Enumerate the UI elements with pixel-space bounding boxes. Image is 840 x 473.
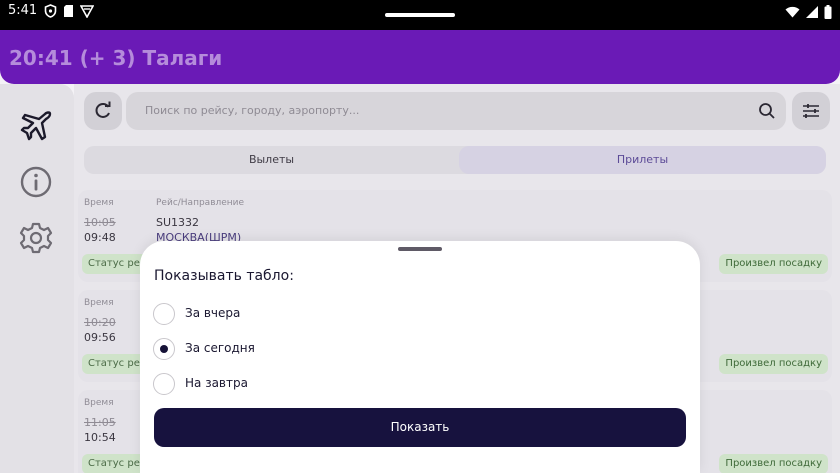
option-label: За сегодня [185, 341, 255, 355]
shield-icon [44, 4, 57, 18]
sliders-icon [803, 104, 819, 118]
battery-icon [824, 5, 832, 19]
status-time: 5:41 [8, 3, 38, 18]
radio-today[interactable] [153, 338, 175, 360]
sheet-title: Показывать табло: [154, 268, 294, 284]
option-tomorrow[interactable]: На завтра [152, 372, 452, 396]
bottom-sheet: Показывать табло: За вчера За сегодня На… [140, 241, 700, 473]
status-bar: 5:41 [0, 0, 840, 30]
app-bar: 20:41 (+ 3) Талаги [0, 30, 840, 84]
search-icon[interactable] [758, 102, 776, 120]
radio-tomorrow[interactable] [153, 373, 175, 395]
actual-time: 09:56 [84, 331, 116, 344]
tab-arrivals[interactable]: Прилеты [459, 146, 826, 174]
navigation-rail [0, 84, 74, 473]
info-icon[interactable] [19, 165, 53, 199]
signal-icon [806, 6, 818, 18]
notch-handle [385, 13, 455, 17]
status-badge: Произвел посадку [719, 254, 828, 274]
scheduled-time: 11:05 [84, 416, 116, 429]
time-label: Время [84, 198, 114, 208]
refresh-icon [95, 101, 111, 118]
actual-time: 10:54 [84, 431, 116, 444]
filter-button[interactable] [792, 92, 830, 130]
search-input[interactable]: Поиск по рейсу, городу, аэропорту... [126, 92, 786, 130]
refresh-button[interactable] [84, 92, 122, 130]
status-badge: Произвел посадку [719, 454, 828, 473]
sd-card-icon [64, 5, 73, 17]
sheet-drag-handle[interactable] [398, 247, 442, 251]
flight-number: SU1332 [156, 216, 200, 229]
time-label: Время [84, 398, 114, 408]
show-button[interactable]: Показать [154, 408, 686, 447]
tab-departures[interactable]: Вылеты [84, 146, 459, 174]
vpn-icon [80, 5, 94, 18]
direction-tabs: Вылеты Прилеты [84, 146, 826, 174]
option-label: За вчера [185, 306, 241, 320]
option-label: На завтра [185, 376, 248, 390]
search-placeholder: Поиск по рейсу, городу, аэропорту... [145, 104, 360, 117]
time-label: Время [84, 298, 114, 308]
radio-yesterday[interactable] [153, 303, 175, 325]
option-yesterday[interactable]: За вчера [152, 302, 452, 326]
wifi-icon [785, 6, 800, 18]
page-title: 20:41 (+ 3) Талаги [9, 46, 223, 70]
actual-time: 09:48 [84, 231, 116, 244]
plane-icon[interactable] [19, 109, 53, 143]
settings-icon[interactable] [19, 221, 53, 255]
flight-label: Рейс/Направление [156, 198, 245, 208]
option-today[interactable]: За сегодня [152, 337, 452, 361]
scheduled-time: 10:05 [84, 216, 116, 229]
status-badge: Произвел посадку [719, 354, 828, 374]
scheduled-time: 10:20 [84, 316, 116, 329]
